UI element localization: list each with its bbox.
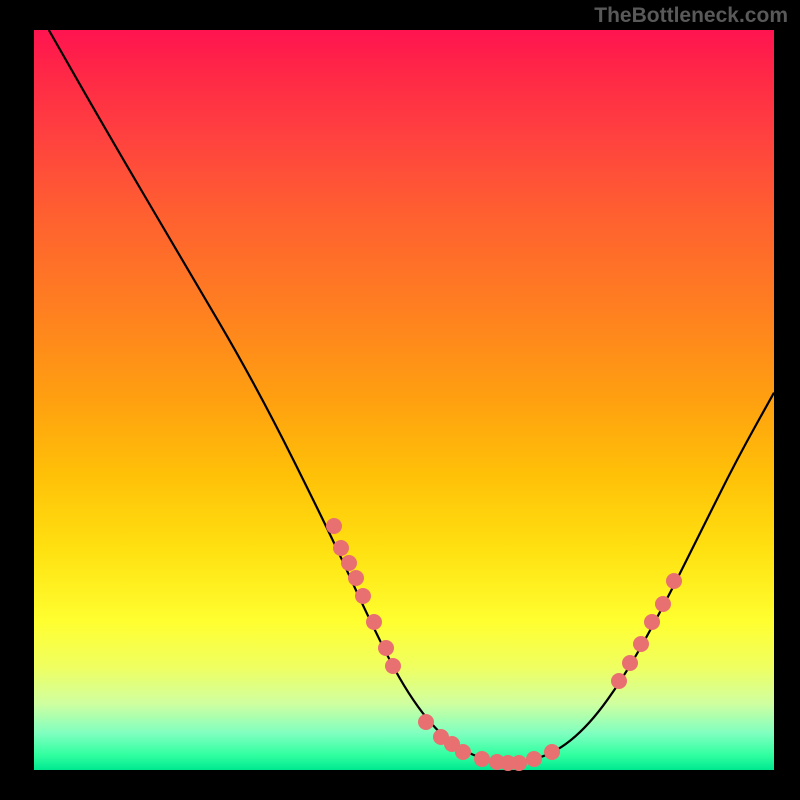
data-marker [655, 596, 671, 612]
data-marker [366, 614, 382, 630]
data-marker [455, 744, 471, 760]
data-marker [326, 518, 342, 534]
data-marker [333, 540, 349, 556]
data-marker [544, 744, 560, 760]
data-marker [355, 588, 371, 604]
plot-area [34, 30, 774, 770]
data-marker [633, 636, 649, 652]
data-marker [378, 640, 394, 656]
data-marker [526, 751, 542, 767]
data-marker [511, 755, 527, 771]
data-marker [666, 573, 682, 589]
data-marker [348, 570, 364, 586]
chart-curve [34, 30, 774, 770]
data-marker [611, 673, 627, 689]
data-marker [644, 614, 660, 630]
data-marker [418, 714, 434, 730]
data-marker [385, 658, 401, 674]
watermark-text: TheBottleneck.com [594, 4, 788, 28]
data-marker [622, 655, 638, 671]
data-marker [341, 555, 357, 571]
data-marker [474, 751, 490, 767]
